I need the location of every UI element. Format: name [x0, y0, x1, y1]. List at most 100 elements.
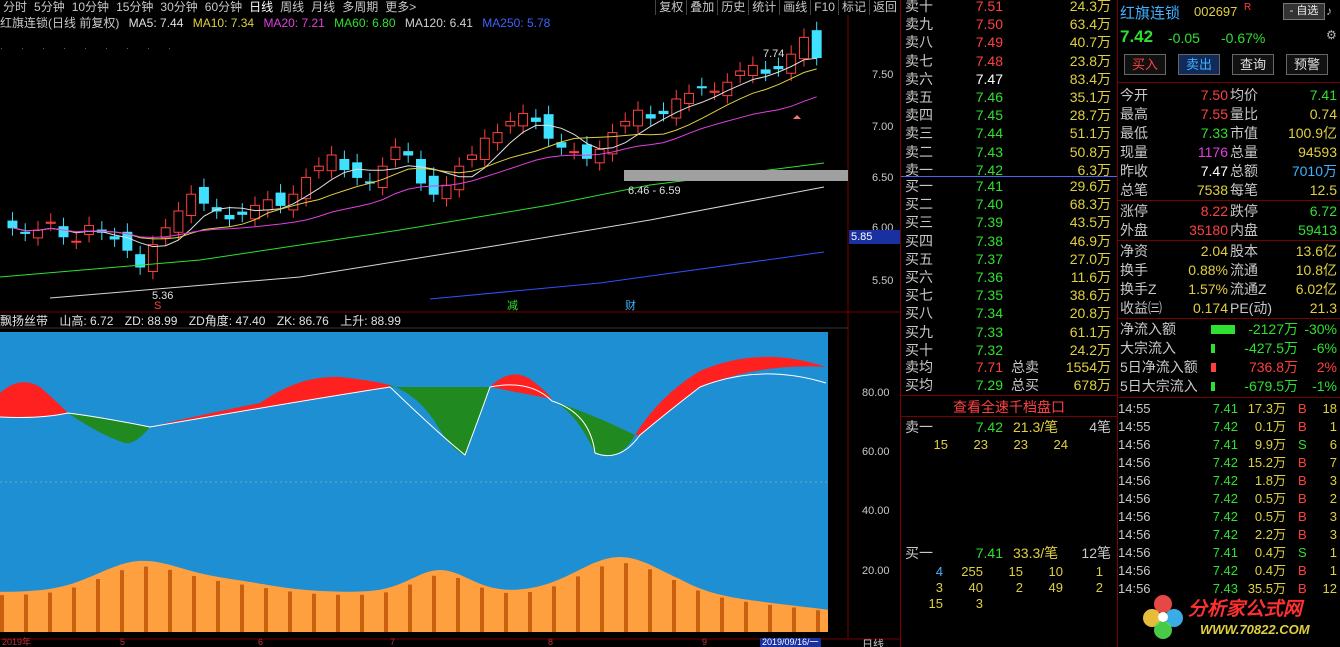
- flow-row: 5日净流入额 736.8万 2%: [1118, 358, 1340, 377]
- period-label[interactable]: 日线: [862, 636, 884, 647]
- histogram-bar: [600, 566, 604, 632]
- period-tab[interactable]: 更多>: [382, 0, 420, 15]
- tool-button[interactable]: 返回: [868, 0, 900, 15]
- period-tab[interactable]: 周线: [277, 0, 308, 15]
- quote-label: 每笔: [1230, 182, 1258, 198]
- order-book-row[interactable]: 卖八 7.49 40.7万: [901, 33, 1117, 51]
- tool-button[interactable]: 叠加: [686, 0, 717, 15]
- watermark-title: 分析家公式网: [1188, 599, 1303, 620]
- tool-button[interactable]: F10: [810, 0, 838, 15]
- order-book-row[interactable]: 卖九 7.50 63.4万: [901, 15, 1117, 33]
- period-tab[interactable]: 10分钟: [69, 0, 113, 15]
- level-volume: 24.3万: [1069, 0, 1111, 14]
- tool-button[interactable]: 标记: [837, 0, 869, 15]
- event-mark-s[interactable]: S: [154, 300, 161, 312]
- level-label: 买四: [905, 232, 933, 249]
- order-book-row[interactable]: 买八 7.34 20.8万: [901, 304, 1117, 322]
- tick-count: 3: [1329, 509, 1337, 524]
- level-volume: 20.8万: [1069, 305, 1111, 322]
- tick-side: B: [1298, 563, 1307, 578]
- tick-time: 14:56: [1118, 563, 1151, 578]
- period-tab[interactable]: 5分钟: [31, 0, 69, 15]
- stock-flag: R: [1244, 2, 1252, 13]
- quote-row: 换手 0.88% 流通 10.8亿: [1118, 261, 1340, 280]
- queue-item: 10: [1048, 564, 1063, 579]
- flow-value: 736.8万: [1248, 359, 1298, 375]
- action-button[interactable]: 买入: [1124, 54, 1166, 75]
- order-book-row[interactable]: 买九 7.33 61.1万: [901, 323, 1117, 341]
- order-book-row[interactable]: 卖四 7.45 28.7万: [901, 106, 1117, 124]
- tool-button[interactable]: 画线: [779, 0, 810, 15]
- full-depth-link[interactable]: 查看全速千档盘口: [901, 397, 1117, 417]
- order-book-row[interactable]: 买二 7.40 68.3万: [901, 195, 1117, 213]
- order-book-row[interactable]: 卖三 7.44 51.1万: [901, 124, 1117, 142]
- tick-time: 14:56: [1118, 473, 1151, 488]
- order-book-row[interactable]: 买五 7.37 27.0万: [901, 250, 1117, 268]
- histogram-bar: [120, 570, 124, 632]
- histogram-bar: [288, 591, 292, 632]
- ma20-label: MA20: 7.21: [263, 16, 325, 30]
- price-tag: 5.85: [849, 230, 900, 244]
- tick-time: 14:55: [1118, 401, 1151, 416]
- candle: [84, 216, 95, 243]
- order-book-row[interactable]: 买七 7.35 38.6万: [901, 286, 1117, 304]
- queue-item: 15: [933, 437, 948, 452]
- tool-button[interactable]: 历史: [717, 0, 748, 15]
- period-tab[interactable]: 15分钟: [113, 0, 157, 15]
- histogram-bar: [264, 588, 268, 632]
- tick-side: B: [1298, 401, 1307, 416]
- settings-icon[interactable]: ⚙: [1326, 28, 1337, 42]
- quote-value: 0.88%: [1188, 262, 1228, 278]
- period-tab[interactable]: 分时: [0, 0, 31, 15]
- period-tab[interactable]: 日线: [246, 0, 277, 15]
- period-tab[interactable]: 30分钟: [157, 0, 201, 15]
- range-bar: [624, 170, 848, 181]
- detail-label: 买一: [905, 545, 933, 561]
- histogram-bar: [0, 595, 4, 632]
- period-tab[interactable]: 多周期: [339, 0, 382, 15]
- book-divider: [901, 416, 1117, 417]
- action-button[interactable]: 查询: [1232, 54, 1274, 75]
- period-tab[interactable]: 月线: [308, 0, 339, 15]
- candle: [250, 196, 260, 227]
- level-price: 7.37: [975, 250, 1003, 267]
- level-label: 卖四: [905, 107, 933, 124]
- level-volume: 11.6万: [1070, 269, 1111, 285]
- tick-side: B: [1298, 527, 1307, 542]
- order-book-row[interactable]: 卖五 7.46 35.1万: [901, 88, 1117, 106]
- detail-price: 7.42: [975, 419, 1003, 435]
- buy1-detail-row: 买一 7.41 33.3/笔 12笔: [901, 544, 1117, 562]
- order-book-row[interactable]: 卖六 7.47 83.4万: [901, 70, 1117, 88]
- order-book-row[interactable]: 卖二 7.43 50.8万: [901, 143, 1117, 161]
- action-button[interactable]: 卖出: [1178, 54, 1220, 75]
- quote-panel: 红旗连锁 002697 R - 自选 ♪ 7.42 -0.05 -0.67% ⚙…: [1117, 0, 1340, 647]
- quote-value: 0.174: [1192, 300, 1228, 316]
- quote-label: 换手Z: [1120, 281, 1157, 297]
- order-book-row[interactable]: 买一 7.41 29.6万: [901, 177, 1117, 195]
- flow-pct: -1%: [1312, 378, 1337, 394]
- action-button[interactable]: 预警: [1286, 54, 1328, 75]
- period-tab[interactable]: 60分钟: [202, 0, 246, 15]
- event-mark-cai[interactable]: 财: [625, 297, 636, 313]
- tool-button[interactable]: 统计: [748, 0, 779, 15]
- self-select-button[interactable]: - 自选: [1283, 3, 1325, 20]
- quote-value: 12.5: [1309, 182, 1337, 198]
- order-book-row[interactable]: 卖七 7.48 23.8万: [901, 52, 1117, 70]
- candle: [722, 73, 733, 104]
- zd-angle-value: ZD角度: 47.40: [188, 314, 266, 328]
- tool-button[interactable]: 复权: [655, 0, 686, 15]
- tick-count: 18: [1322, 401, 1337, 416]
- range-annotation: 6.46 - 6.59: [628, 185, 681, 197]
- order-book-row[interactable]: 买三 7.39 43.5万: [901, 213, 1117, 231]
- event-mark-jian[interactable]: 减: [507, 297, 518, 313]
- date-tick: 2019年: [2, 637, 32, 647]
- order-book-panel: 卖十 7.51 24.3万 卖九 7.50 63.4万 卖八 7.49 40.7万 卖七 7.48 2…: [900, 0, 1117, 647]
- histogram-bar: [336, 594, 340, 632]
- order-book-row[interactable]: 买四 7.38 46.9万: [901, 232, 1117, 250]
- order-book-row[interactable]: 卖十 7.51 24.3万: [901, 0, 1117, 15]
- histogram-bar: [552, 586, 556, 632]
- order-book-row[interactable]: 买六 7.36 11.6万: [901, 268, 1117, 286]
- bell-icon[interactable]: ♪: [1326, 4, 1332, 18]
- order-book-row[interactable]: 买十 7.32 24.2万: [901, 341, 1117, 359]
- candle: [135, 245, 146, 275]
